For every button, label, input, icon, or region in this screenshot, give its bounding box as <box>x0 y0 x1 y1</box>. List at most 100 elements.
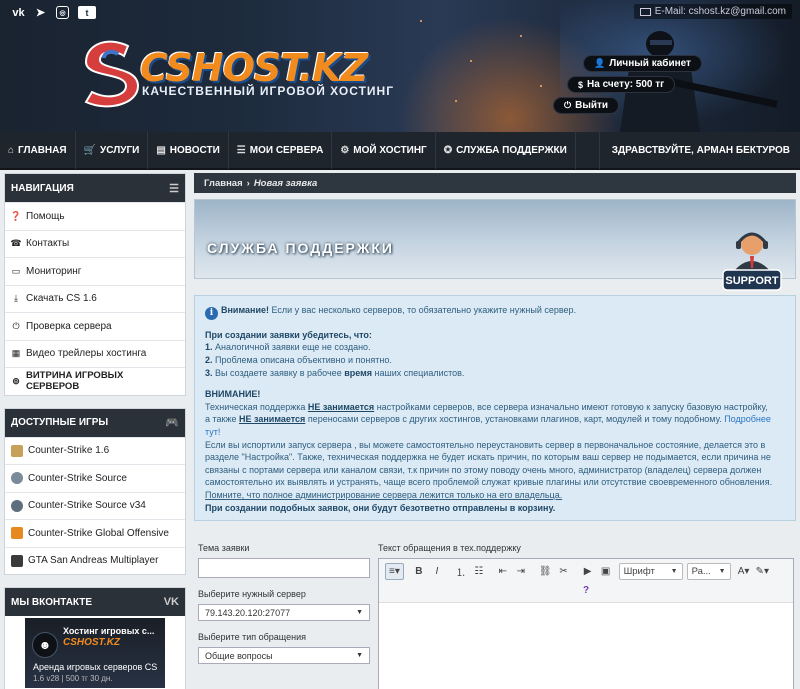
nav-my-servers[interactable]: ☰ МОИ СЕРВЕРА <box>229 131 333 169</box>
vk-widget: ☻ Хостинг игровых с... CSHOST.KZ Аренда … <box>5 616 185 689</box>
vk-card-line: Аренда игровых серверов CS <box>33 662 158 672</box>
breadcrumb-separator: › <box>246 177 250 189</box>
checklist-title: При создании заявки убедитесь, что: <box>205 329 372 340</box>
sidebar-item-download[interactable]: ⤓ Скачать CS 1.6 <box>5 284 185 313</box>
game-label: Counter-Strike Global Offensive <box>28 527 169 539</box>
nav-home[interactable]: ⌂ ГЛАВНАЯ <box>0 131 76 169</box>
site-header: vk ➤ ◎ t E-Mail: cshost.kz@gmail.com CSH… <box>0 0 800 132</box>
server-label: Выберите нужный сервер <box>198 589 306 599</box>
css-v34-icon <box>11 499 23 512</box>
font-select[interactable]: Шрифт ▼ <box>618 563 683 580</box>
warning-text: а также <box>205 414 239 425</box>
bullet-list-icon[interactable]: ☷ <box>470 563 488 580</box>
check-num: 2. <box>205 354 213 365</box>
sidebar: НАВИГАЦИЯ ☰ ❓ Помощь ☎ Контакты ▭ Мониторин… <box>4 173 186 689</box>
breadcrumb: Главная › Новая заявка <box>194 173 796 193</box>
dollar-icon: $ <box>578 79 584 90</box>
games-title: ДОСТУПНЫЕ ИГРЫ <box>11 417 109 428</box>
warning-text: переносами серверов с других хостингов, … <box>305 414 725 425</box>
balance-button[interactable]: $ На счету: 500 тг <box>567 76 676 93</box>
game-css[interactable]: Counter-Strike Source <box>5 464 185 492</box>
attention-text: Если у вас несколько серверов, то обязат… <box>268 305 577 315</box>
game-css-v34[interactable]: Counter-Strike Source v34 <box>5 491 185 520</box>
telegram-icon[interactable]: ➤ <box>34 6 47 19</box>
game-label: GTA San Andreas Multiplayer <box>28 555 159 567</box>
info-notice: i Внимание! Если у вас несколько серверов… <box>194 295 796 521</box>
sidebar-item-contacts[interactable]: ☎ Контакты <box>5 229 185 258</box>
nav-label: УСЛУГИ <box>100 144 140 156</box>
sidebar-item-help[interactable]: ❓ Помощь <box>5 202 185 230</box>
nav-services[interactable]: 🛒 УСЛУГИ <box>76 131 149 169</box>
warning-text: Если вы испортили запуск сервера , вы мо… <box>205 439 766 450</box>
check-num: 3. <box>205 367 213 378</box>
samp-icon <box>11 554 23 567</box>
subject-input[interactable] <box>198 558 370 578</box>
numbered-list-icon[interactable]: ⒈ <box>452 563 470 580</box>
spark <box>420 20 422 22</box>
nav-my-hosting[interactable]: ⚙ МОЙ ХОСТИНГ <box>332 131 436 169</box>
bold-icon[interactable]: B <box>410 563 428 580</box>
type-select[interactable]: Общие вопросы ▼ <box>198 647 370 664</box>
indent-icon[interactable]: ⇥ <box>512 563 530 580</box>
tumblr-icon[interactable]: t <box>78 6 96 19</box>
highlight-icon[interactable]: ✎▾ <box>753 563 772 580</box>
spark <box>470 60 472 62</box>
help-icon[interactable]: ? <box>385 582 787 599</box>
sidebar-item-video[interactable]: ▦ Видео трейлеры хостинга <box>5 339 185 368</box>
home-icon: ⌂ <box>8 144 15 156</box>
check-item: Вы создаете заявку в рабочее <box>212 367 345 378</box>
vk-card-line: 1.6 v28 | 500 тг 30 дн. <box>33 674 113 683</box>
vk-card[interactable]: ☻ Хостинг игровых с... CSHOST.KZ Аренда … <box>25 618 165 688</box>
server-select[interactable]: 79.143.20.120:27077 ▼ <box>198 604 370 621</box>
warning-text: разделе "Настройка". Также, техническая … <box>205 452 771 463</box>
cart-icon: 🛒 <box>83 144 97 156</box>
attention-line: i Внимание! Если у вас несколько серверов… <box>205 304 785 320</box>
support-agent-icon: SUPPORT <box>722 232 782 291</box>
check-item: Аналогичной заявки еще не создано. <box>212 342 371 353</box>
nav-news[interactable]: ▤ НОВОСТИ <box>148 131 229 169</box>
menu-icon: ☰ <box>169 182 179 195</box>
sidebar-item-monitoring[interactable]: ▭ Мониторинг <box>5 257 185 285</box>
text-color-icon[interactable]: A▾ <box>735 563 753 580</box>
spark <box>455 100 457 102</box>
sidebar-item-server-check[interactable]: ⏻ Проверка сервера <box>5 312 185 340</box>
instagram-icon[interactable]: ◎ <box>56 6 69 19</box>
game-cs16[interactable]: Counter-Strike 1.6 <box>5 436 185 465</box>
sidebar-item-label: Видео трейлеры хостинга <box>26 348 147 360</box>
message-editor[interactable]: ≡▾ B I ⒈ ☷ ⇤ ⇥ ⛓ ✂ ▶ ▣ Шрифт ▼ Ра... ▼ A▾ … <box>378 558 794 689</box>
nav-support[interactable]: ✪ СЛУЖБА ПОДДЕРЖКИ <box>436 131 576 169</box>
youtube-icon[interactable]: ▶ <box>579 563 597 580</box>
sidebar-item-label: Проверка сервера <box>26 320 112 332</box>
game-gta-samp[interactable]: GTA San Andreas Multiplayer <box>5 546 185 575</box>
navigation-box: НАВИГАЦИЯ ☰ ❓ Помощь ☎ Контакты ▭ Мониторин… <box>4 173 186 396</box>
link-icon[interactable]: ⛓ <box>536 563 555 580</box>
warning-text: Техническая поддержка <box>205 401 308 412</box>
newspaper-icon: ▤ <box>156 144 166 156</box>
warning-emphasis: НЕ занимается <box>239 414 306 425</box>
game-csgo[interactable]: Counter-Strike Global Offensive <box>5 519 185 547</box>
breadcrumb-current: Новая заявка <box>253 177 318 189</box>
unlink-icon[interactable]: ✂ <box>555 563 573 580</box>
power-icon: ⏻ <box>12 320 20 331</box>
social-links: vk ➤ ◎ t <box>12 6 96 19</box>
message-label: Текст обращения в тех.поддержку <box>378 543 521 553</box>
phone-icon: ☎ <box>10 238 22 249</box>
game-label: Counter-Strike Source v34 <box>28 500 146 512</box>
size-select[interactable]: Ра... ▼ <box>686 563 731 580</box>
main-content: Главная › Новая заявка СЛУЖБА ПОДДЕРЖКИ … <box>194 173 796 689</box>
support-banner: СЛУЖБА ПОДДЕРЖКИ SUPPORT <box>194 199 796 291</box>
page-title: СЛУЖБА ПОДДЕРЖКИ <box>207 240 394 256</box>
breadcrumb-home[interactable]: Главная <box>204 178 243 189</box>
monitor-icon: ▭ <box>11 265 21 276</box>
type-select-value: Общие вопросы <box>205 650 273 661</box>
email-contact[interactable]: E-Mail: cshost.kz@gmail.com <box>633 4 792 19</box>
italic-icon[interactable]: I <box>428 563 446 580</box>
cabinet-button[interactable]: 👤 Личный кабинет <box>583 55 702 72</box>
vk-icon[interactable]: vk <box>12 6 25 19</box>
sidebar-item-showcase[interactable]: ⊚ ВИТРИНА ИГРОВЫХ СЕРВЕРОВ <box>5 367 185 395</box>
logout-button[interactable]: ⏻ Выйти <box>553 97 620 114</box>
logo-s-icon[interactable] <box>78 36 144 108</box>
outdent-icon[interactable]: ⇤ <box>494 563 512 580</box>
image-icon[interactable]: ▣ <box>597 563 615 580</box>
paragraph-format-icon[interactable]: ≡▾ <box>385 563 404 580</box>
